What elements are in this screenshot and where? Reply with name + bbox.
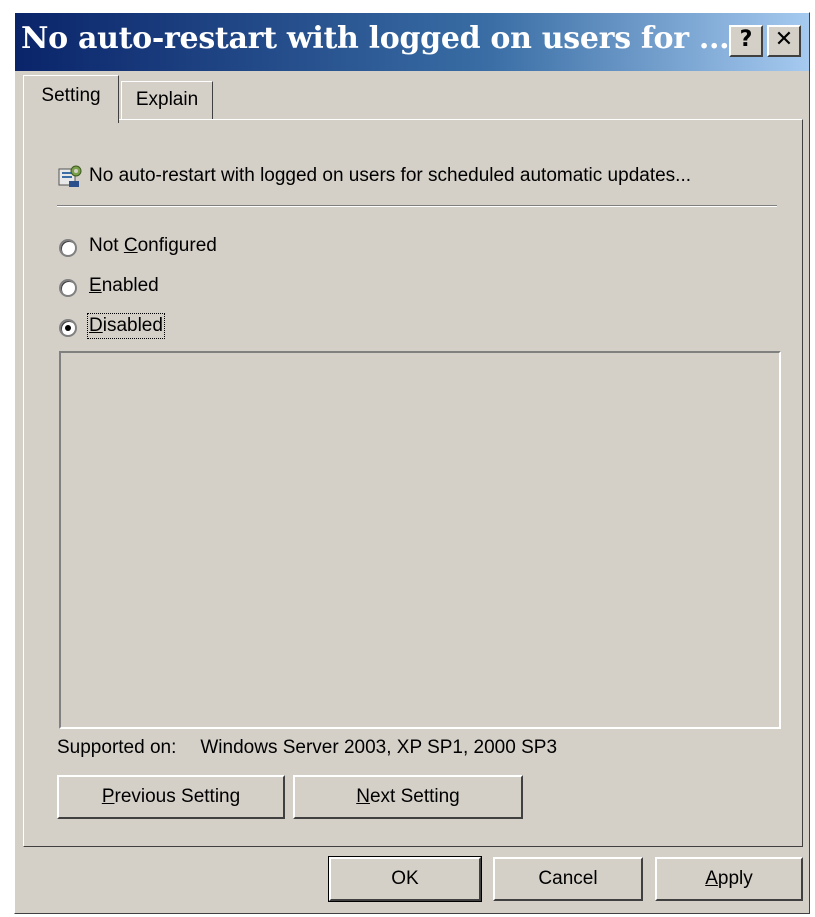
title-bar[interactable]: No auto-restart with logged on users for… bbox=[15, 13, 809, 71]
radio-label: Disabled bbox=[87, 313, 165, 339]
radio-label: Not Configured bbox=[89, 235, 217, 256]
apply-button[interactable]: Apply bbox=[655, 857, 803, 901]
radio-button-icon[interactable] bbox=[59, 279, 77, 297]
tab-setting[interactable]: Setting bbox=[23, 75, 119, 123]
help-button[interactable]: ? bbox=[729, 25, 763, 57]
supported-value: Windows Server 2003, XP SP1, 2000 SP3 bbox=[200, 737, 558, 758]
cancel-button[interactable]: Cancel bbox=[493, 857, 643, 901]
policy-dialog: No auto-restart with logged on users for… bbox=[14, 12, 810, 914]
radio-button-selected-icon[interactable] bbox=[59, 319, 77, 337]
radio-label: Enabled bbox=[89, 275, 159, 296]
tab-explain[interactable]: Explain bbox=[121, 81, 213, 119]
close-button[interactable]: ✕ bbox=[767, 25, 801, 57]
next-setting-button[interactable]: Next Setting bbox=[293, 775, 523, 819]
dialog-title: No auto-restart with logged on users for… bbox=[21, 21, 730, 56]
policy-settings-icon bbox=[58, 165, 82, 187]
options-area bbox=[59, 351, 781, 729]
separator bbox=[57, 205, 777, 207]
radio-dot bbox=[65, 325, 71, 331]
supported-on: Supported on: Windows Server 2003, XP SP1… bbox=[57, 737, 557, 759]
supported-label: Supported on: bbox=[57, 737, 177, 758]
policy-title: No auto-restart with logged on users for… bbox=[89, 165, 692, 186]
radio-button-icon[interactable] bbox=[59, 239, 77, 257]
ok-button[interactable]: OK bbox=[328, 856, 482, 902]
previous-setting-button[interactable]: Previous Setting bbox=[57, 775, 285, 819]
